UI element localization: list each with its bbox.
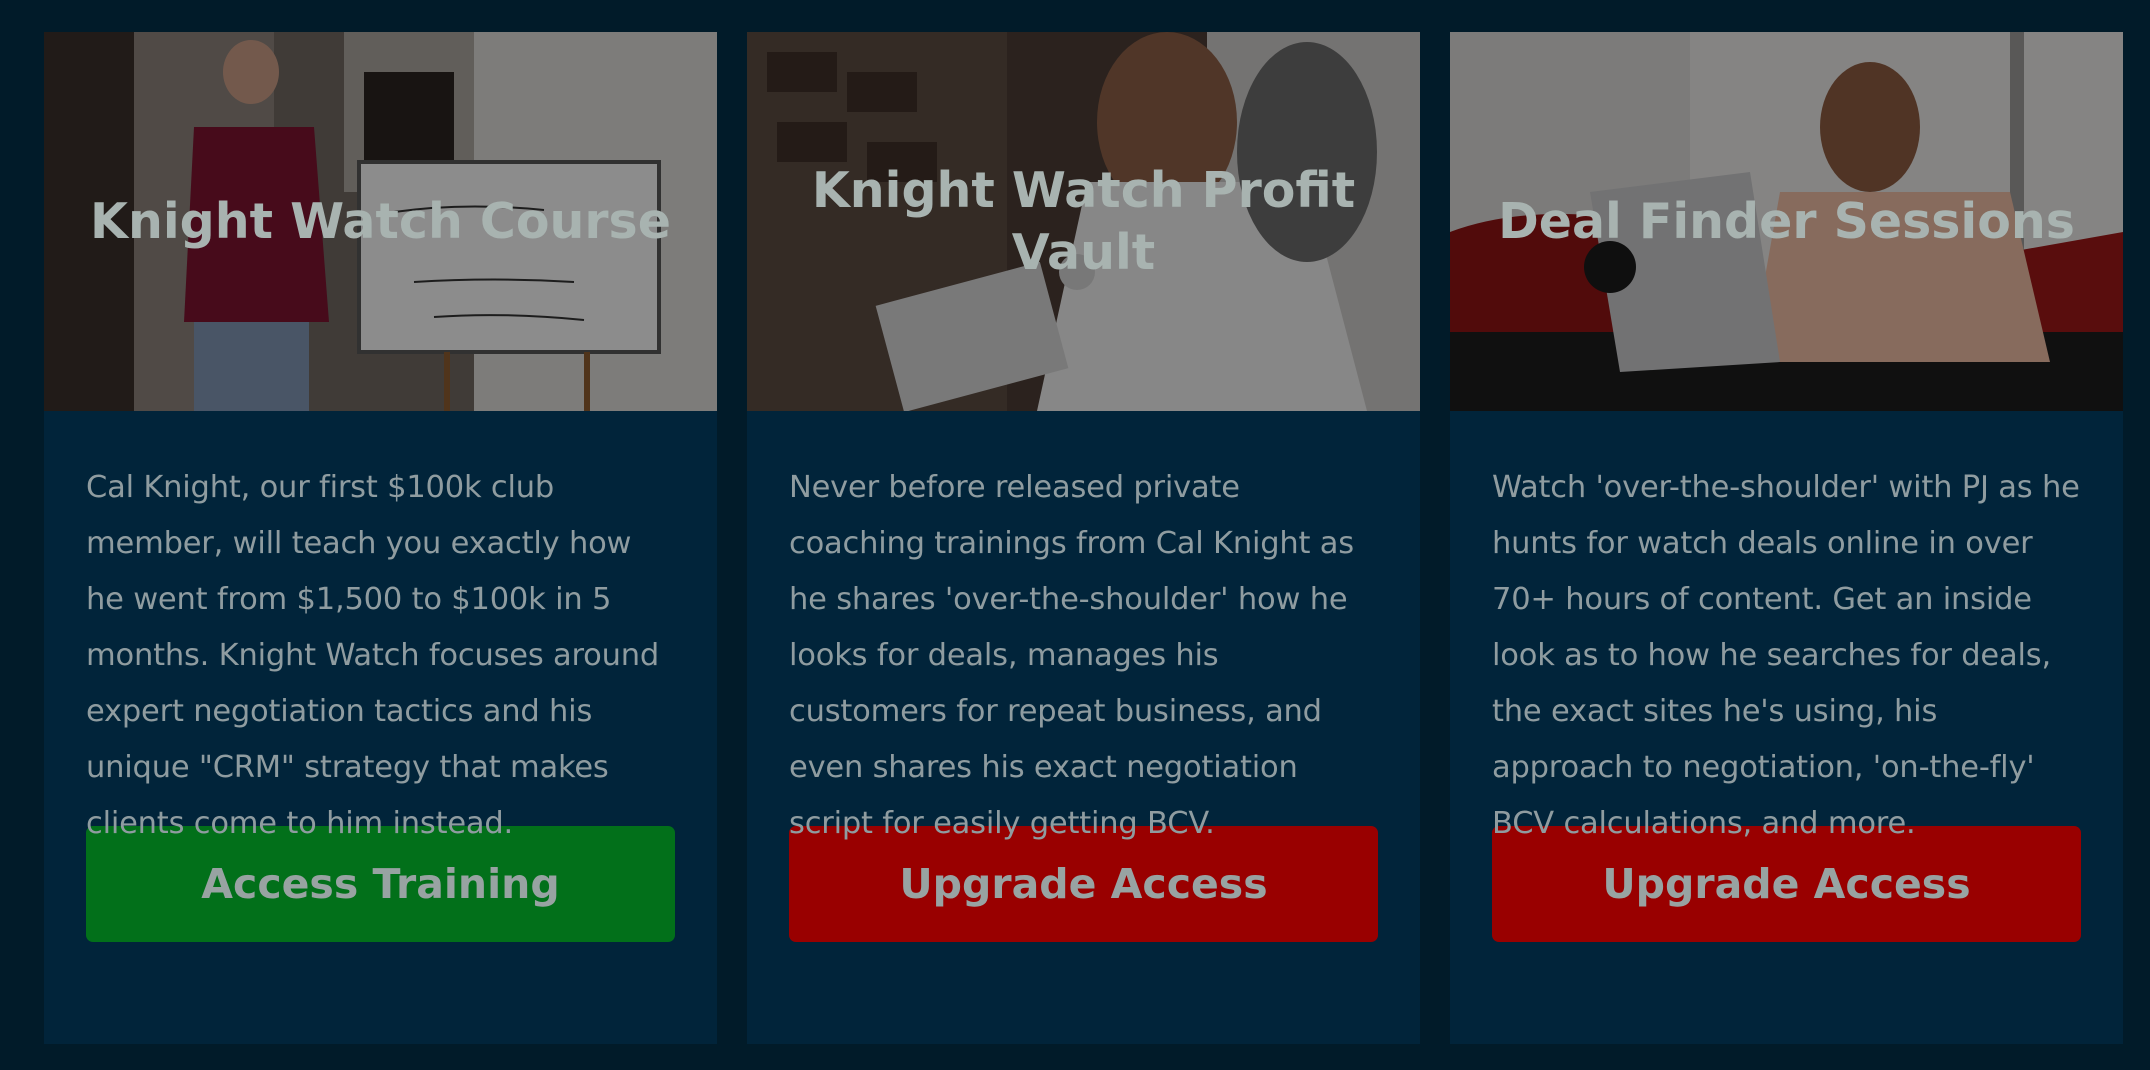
course-title[interactable]: Knight Watch Course xyxy=(68,191,693,253)
course-card-image[interactable]: Deal Finder Sessions xyxy=(1450,32,2123,411)
course-title[interactable]: Knight Watch Profit Vault xyxy=(771,160,1396,284)
course-card-knight-watch-course: Knight Watch Course Cal Knight, our firs… xyxy=(44,32,717,1044)
course-description: Never before released private coaching t… xyxy=(789,470,1354,841)
course-card-deal-finder-sessions: Deal Finder Sessions Watch 'over-the-sho… xyxy=(1450,32,2123,1044)
course-description: Cal Knight, our first $100k club member,… xyxy=(86,470,660,841)
course-description: Watch 'over-the-shoulder' with PJ as he … xyxy=(1492,470,2080,841)
course-card-image[interactable]: Knight Watch Profit Vault xyxy=(747,32,1420,411)
course-card-knight-watch-profit-vault: Knight Watch Profit Vault Never before r… xyxy=(747,32,1420,1044)
course-card-body: Never before released private coaching t… xyxy=(747,411,1420,942)
course-grid: Knight Watch Course Cal Knight, our firs… xyxy=(44,32,2124,1044)
course-title[interactable]: Deal Finder Sessions xyxy=(1474,191,2099,253)
course-card-body: Watch 'over-the-shoulder' with PJ as he … xyxy=(1450,411,2123,942)
course-card-body: Cal Knight, our first $100k club member,… xyxy=(44,411,717,942)
course-card-image[interactable]: Knight Watch Course xyxy=(44,32,717,411)
